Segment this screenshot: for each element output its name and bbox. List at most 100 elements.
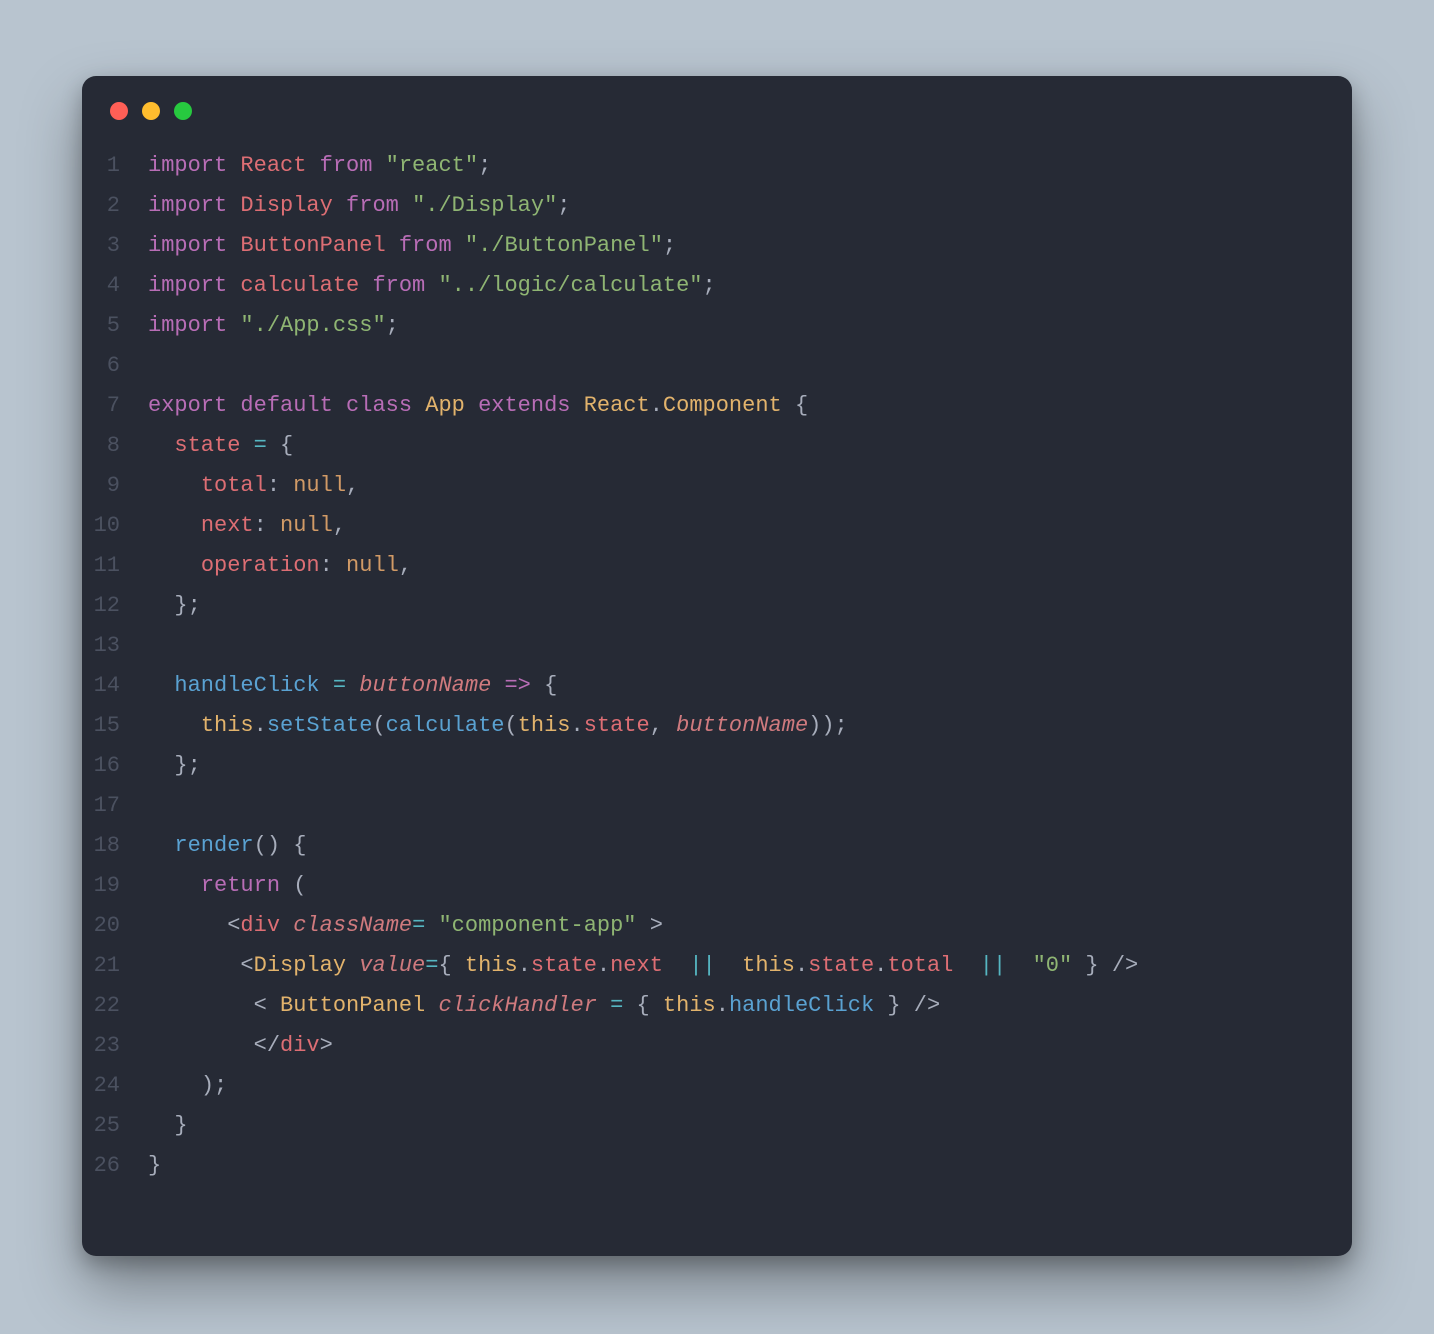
code-line[interactable]: 8 state = {	[88, 426, 1324, 466]
token: ;	[663, 233, 676, 258]
code-line[interactable]: 26}	[88, 1146, 1324, 1186]
line-text[interactable]: total: null,	[148, 466, 359, 506]
code-line[interactable]: 6	[88, 346, 1324, 386]
code-line[interactable]: 17	[88, 786, 1324, 826]
token: .	[874, 953, 887, 978]
line-text[interactable]: export default class App extends React.C…	[148, 386, 808, 426]
line-text[interactable]: <Display value={ this.state.next || this…	[148, 946, 1138, 986]
code-line[interactable]: 18 render() {	[88, 826, 1324, 866]
code-line[interactable]: 4import calculate from "../logic/calcula…	[88, 266, 1324, 306]
token: import	[148, 193, 227, 218]
code-line[interactable]: 12 };	[88, 586, 1324, 626]
line-text[interactable]: }	[148, 1106, 188, 1146]
line-number: 1	[88, 146, 148, 186]
code-line[interactable]: 9 total: null,	[88, 466, 1324, 506]
code-line[interactable]: 13	[88, 626, 1324, 666]
token: }	[174, 1113, 187, 1138]
line-text[interactable]: );	[148, 1066, 227, 1106]
token	[148, 793, 161, 818]
line-number: 24	[88, 1066, 148, 1106]
token: total	[201, 473, 267, 498]
line-text[interactable]	[148, 786, 161, 826]
line-number: 14	[88, 666, 148, 706]
line-text[interactable]: }	[148, 1146, 161, 1186]
token	[953, 953, 979, 978]
code-line[interactable]: 25 }	[88, 1106, 1324, 1146]
token: state	[584, 713, 650, 738]
code-editor[interactable]: 1import React from "react";2import Displ…	[82, 130, 1352, 1214]
line-text[interactable]: operation: null,	[148, 546, 412, 586]
token: ||	[689, 953, 715, 978]
token: >	[637, 913, 663, 938]
code-line[interactable]: 2import Display from "./Display";	[88, 186, 1324, 226]
token: Display	[240, 193, 332, 218]
code-line[interactable]: 20 <div className= "component-app" >	[88, 906, 1324, 946]
token	[425, 993, 438, 1018]
line-text[interactable]: import "./App.css";	[148, 306, 399, 346]
token: import	[148, 273, 227, 298]
token	[240, 433, 253, 458]
line-text[interactable]: };	[148, 746, 201, 786]
line-text[interactable]: render() {	[148, 826, 306, 866]
token	[227, 233, 240, 258]
token: render	[174, 833, 253, 858]
line-number: 21	[88, 946, 148, 986]
code-line[interactable]: 24 );	[88, 1066, 1324, 1106]
code-window: 1import React from "react";2import Displ…	[82, 76, 1352, 1256]
token: } />	[874, 993, 940, 1018]
token: calculate	[240, 273, 359, 298]
line-text[interactable]: this.setState(calculate(this.state, butt…	[148, 706, 848, 746]
token: ,	[346, 473, 359, 498]
code-line[interactable]: 3import ButtonPanel from "./ButtonPanel"…	[88, 226, 1324, 266]
token: div	[240, 913, 280, 938]
line-text[interactable]: </div>	[148, 1026, 333, 1066]
token: :	[267, 473, 280, 498]
line-text[interactable]	[148, 626, 161, 666]
code-line[interactable]: 16 };	[88, 746, 1324, 786]
code-line[interactable]: 5import "./App.css";	[88, 306, 1324, 346]
token: from	[372, 273, 425, 298]
close-icon[interactable]	[110, 102, 128, 120]
line-text[interactable]: next: null,	[148, 506, 346, 546]
code-line[interactable]: 15 this.setState(calculate(this.state, b…	[88, 706, 1324, 746]
code-line[interactable]: 19 return (	[88, 866, 1324, 906]
code-line[interactable]: 7export default class App extends React.…	[88, 386, 1324, 426]
code-line[interactable]: 21 <Display value={ this.state.next || t…	[88, 946, 1324, 986]
token: next	[610, 953, 663, 978]
token: "../logic/calculate"	[438, 273, 702, 298]
line-text[interactable]: <div className= "component-app" >	[148, 906, 663, 946]
line-number: 4	[88, 266, 148, 306]
line-text[interactable]: state = {	[148, 426, 293, 466]
line-text[interactable]: import Display from "./Display";	[148, 186, 571, 226]
line-text[interactable]: import ButtonPanel from "./ButtonPanel";	[148, 226, 676, 266]
code-line[interactable]: 14 handleClick = buttonName => {	[88, 666, 1324, 706]
token: ()	[254, 833, 280, 858]
line-text[interactable]: return (	[148, 866, 306, 906]
token: ButtonPanel	[240, 233, 385, 258]
line-text[interactable]: };	[148, 586, 201, 626]
line-text[interactable]: import React from "react";	[148, 146, 491, 186]
token	[346, 953, 359, 978]
code-line[interactable]: 10 next: null,	[88, 506, 1324, 546]
code-line[interactable]: 1import React from "react";	[88, 146, 1324, 186]
code-line[interactable]: 11 operation: null,	[88, 546, 1324, 586]
token	[148, 633, 161, 658]
token	[148, 473, 201, 498]
line-text[interactable]: import calculate from "../logic/calculat…	[148, 266, 716, 306]
line-text[interactable]: < ButtonPanel clickHandler = { this.hand…	[148, 986, 940, 1026]
token: {	[438, 953, 464, 978]
token	[148, 993, 254, 1018]
token: "./Display"	[412, 193, 557, 218]
token	[571, 393, 584, 418]
token: .	[716, 993, 729, 1018]
token: (	[280, 873, 306, 898]
code-line[interactable]: 22 < ButtonPanel clickHandler = { this.h…	[88, 986, 1324, 1026]
token: :	[320, 553, 333, 578]
line-text[interactable]	[148, 346, 161, 386]
token	[148, 873, 201, 898]
token	[148, 1033, 254, 1058]
code-line[interactable]: 23 </div>	[88, 1026, 1324, 1066]
minimize-icon[interactable]	[142, 102, 160, 120]
zoom-icon[interactable]	[174, 102, 192, 120]
line-text[interactable]: handleClick = buttonName => {	[148, 666, 557, 706]
